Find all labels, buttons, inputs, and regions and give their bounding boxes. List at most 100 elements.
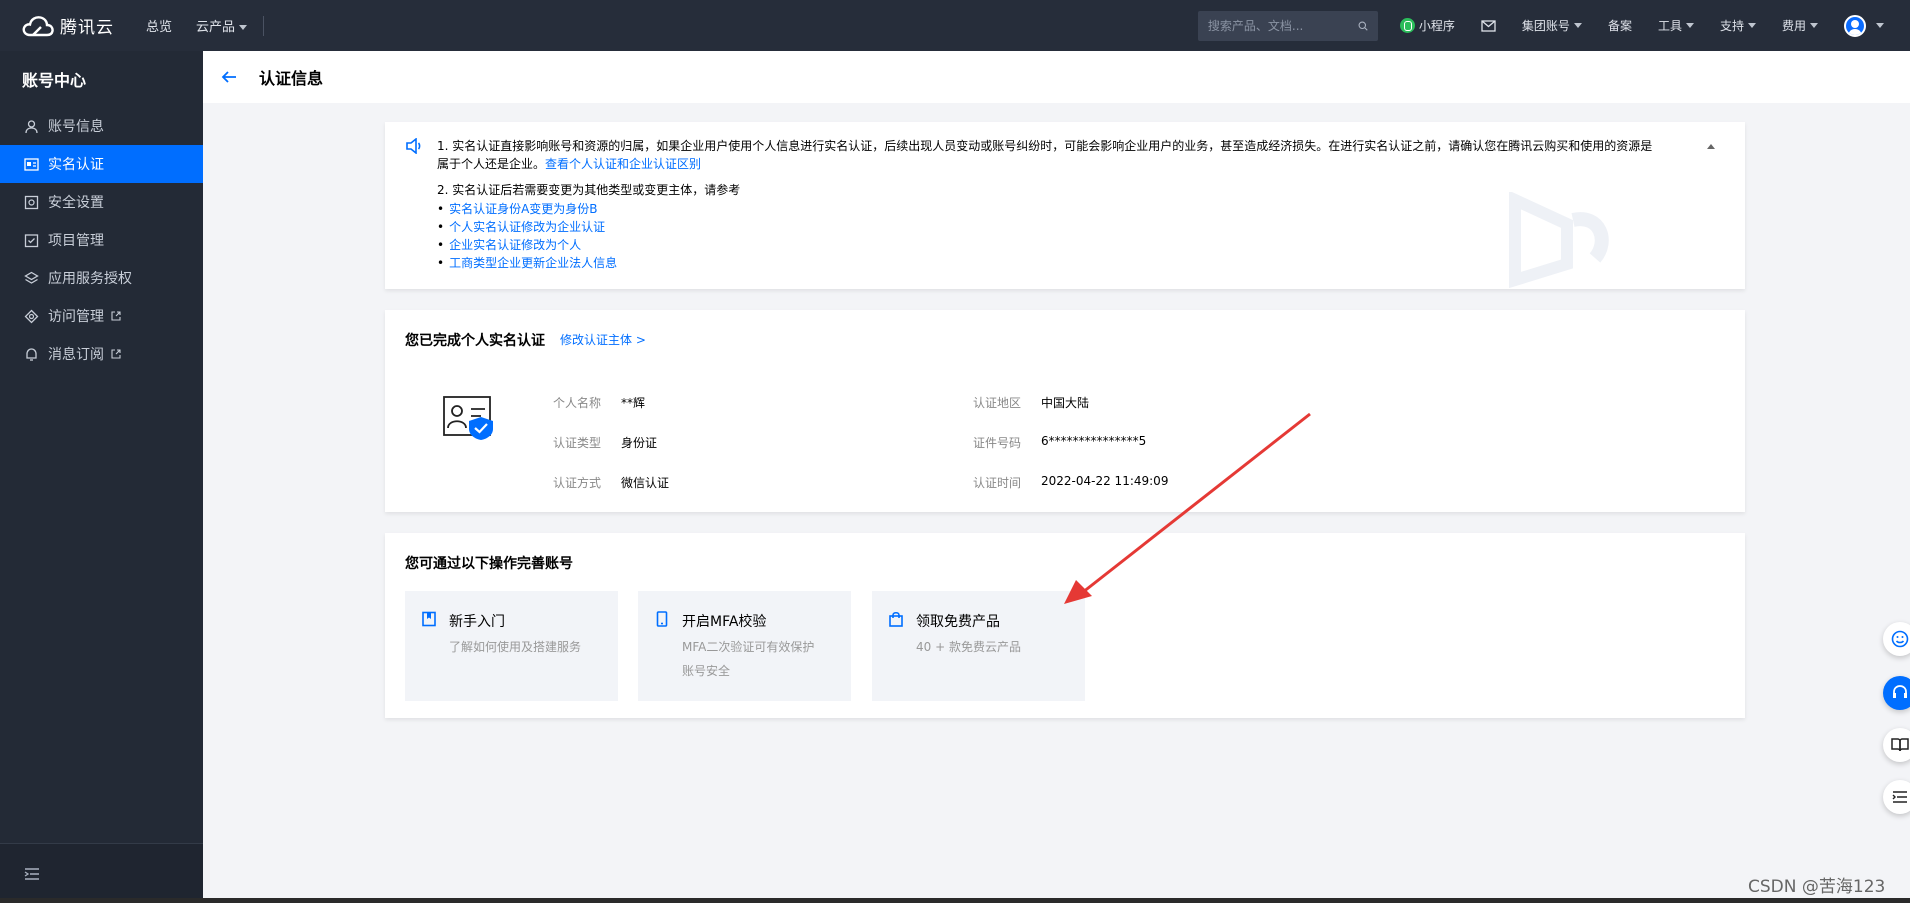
notice-line-1: 1. 实名认证直接影响账号和资源的归属，如果企业用户使用个人信息进行实名认证，后… bbox=[437, 139, 1653, 153]
headset-icon bbox=[1893, 685, 1907, 698]
chevron-down-icon bbox=[239, 25, 248, 30]
field-value-method: 微信认证 bbox=[621, 476, 670, 490]
field-label: 认证时间 bbox=[973, 476, 1022, 490]
notice-link-4[interactable]: 工商类型企业更新企业法人信息 bbox=[437, 254, 617, 272]
support-menu[interactable]: 支持 bbox=[1720, 17, 1756, 34]
arrow-left-icon bbox=[221, 71, 236, 83]
divider bbox=[263, 15, 265, 36]
nav-overview[interactable]: 总览 bbox=[146, 16, 172, 35]
sidebar-item-project[interactable]: 项目管理 bbox=[0, 221, 203, 259]
user-icon bbox=[25, 119, 38, 133]
sidebar-item-subscription[interactable]: 消息订阅 bbox=[0, 335, 203, 373]
sidebar-item-label: 账号信息 bbox=[48, 119, 104, 135]
chevron-down-icon bbox=[1573, 23, 1582, 28]
app-window: 腾讯云 总览 云产品 小程序 集团账号 备案 工具 支持 费用 账号中心 账号信 bbox=[0, 0, 1910, 903]
page-header: 认证信息 bbox=[203, 51, 1910, 103]
auth-card-title: 您已完成个人实名认证 bbox=[405, 333, 545, 349]
sidebar-item-label: 消息订阅 bbox=[48, 347, 104, 363]
shield-icon bbox=[24, 195, 39, 209]
tencent-cloud-logo[interactable]: 腾讯云 bbox=[22, 13, 114, 38]
nav-cloud-products[interactable]: 云产品 bbox=[196, 16, 248, 35]
smile-icon bbox=[1891, 630, 1909, 648]
sidebar-title: 账号中心 bbox=[22, 71, 87, 90]
sidebar-collapse-button[interactable] bbox=[0, 843, 203, 903]
annotation-arrow bbox=[1064, 412, 1311, 604]
docs-float-button[interactable] bbox=[1883, 728, 1910, 762]
op-card-getting-started[interactable]: 新手入门 了解如何使用及搭建服务 bbox=[405, 591, 618, 701]
compare-auth-link[interactable]: 查看个人认证和企业认证区别 bbox=[545, 157, 701, 171]
field-label: 个人名称 bbox=[553, 396, 602, 410]
field-value-name: **辉 bbox=[621, 396, 646, 410]
notice-link-3[interactable]: 企业实名认证修改为个人 bbox=[437, 236, 581, 254]
customer-service-float-button[interactable] bbox=[1883, 676, 1910, 710]
top-bar-right: 小程序 集团账号 备案 工具 支持 费用 bbox=[1197, 0, 1910, 51]
notice-link-1[interactable]: 实名认证身份A变更为身份B bbox=[437, 200, 597, 218]
bottom-strip bbox=[0, 898, 1910, 903]
sidebar: 账号中心 账号信息 实名认证 安全设置 项目管理 应用服务授权 访问管理 消息订… bbox=[0, 51, 203, 903]
tools-label: 工具 bbox=[1657, 19, 1682, 33]
sidebar-item-label: 实名认证 bbox=[48, 157, 104, 173]
field-label: 认证类型 bbox=[553, 436, 602, 450]
op-card-free-products[interactable]: 领取免费产品 40 + 款免费云产品 bbox=[872, 591, 1085, 701]
billing-menu[interactable]: 费用 bbox=[1782, 17, 1818, 34]
menu-float-button[interactable] bbox=[1883, 780, 1910, 814]
user-menu[interactable] bbox=[1844, 14, 1884, 37]
cloud-logo-icon bbox=[22, 15, 54, 36]
mini-program-link[interactable]: 小程序 bbox=[1399, 17, 1455, 34]
book-icon bbox=[422, 611, 436, 627]
page-title: 认证信息 bbox=[259, 69, 324, 88]
message-button[interactable] bbox=[1481, 19, 1496, 32]
notice-link-2[interactable]: 个人实名认证修改为企业认证 bbox=[437, 218, 605, 236]
back-button[interactable] bbox=[221, 70, 237, 84]
bell-icon bbox=[26, 347, 37, 361]
search-input[interactable] bbox=[1207, 18, 1358, 33]
op-desc: MFA二次验证可有效保护账号安全 bbox=[682, 640, 815, 678]
op-desc: 40 + 款免费云产品 bbox=[916, 640, 1021, 654]
record-label: 备案 bbox=[1607, 19, 1632, 33]
notice-line-2: 2. 实名认证后若需要变更为其他类型或变更主体，请参考 bbox=[437, 183, 741, 197]
notice-card: 1. 实名认证直接影响账号和资源的归属，如果企业用户使用个人信息进行实名认证，后… bbox=[385, 122, 1745, 289]
phone-icon bbox=[656, 611, 668, 627]
modify-subject-link[interactable]: 修改认证主体 > bbox=[560, 331, 646, 348]
op-title: 领取免费产品 bbox=[916, 614, 1000, 630]
sidebar-item-label: 安全设置 bbox=[48, 195, 104, 211]
field-label: 认证地区 bbox=[973, 396, 1022, 410]
logo-text: 腾讯云 bbox=[60, 18, 114, 38]
field-value-region: 中国大陆 bbox=[1041, 396, 1090, 410]
external-link-icon bbox=[111, 311, 121, 321]
chevron-down-icon bbox=[1685, 23, 1694, 28]
record-link[interactable]: 备案 bbox=[1608, 17, 1632, 34]
sidebar-item-label: 项目管理 bbox=[48, 233, 104, 249]
search-box[interactable] bbox=[1197, 10, 1378, 41]
speaker-icon bbox=[406, 138, 421, 154]
sidebar-item-real-name-auth[interactable]: 实名认证 bbox=[0, 145, 203, 183]
list-icon bbox=[1892, 791, 1907, 803]
tools-menu[interactable]: 工具 bbox=[1658, 17, 1694, 34]
id-card-icon bbox=[24, 157, 39, 171]
bag-icon bbox=[889, 611, 903, 627]
sidebar-item-account-info[interactable]: 账号信息 bbox=[0, 107, 203, 145]
nav-cloud-products-label: 云产品 bbox=[196, 20, 236, 35]
chevron-down-icon bbox=[1876, 23, 1884, 28]
sidebar-item-label: 访问管理 bbox=[48, 309, 104, 325]
sidebar-item-access[interactable]: 访问管理 bbox=[0, 297, 203, 335]
collapse-up-icon[interactable] bbox=[1707, 144, 1715, 149]
project-icon bbox=[24, 233, 39, 247]
group-account-label: 集团账号 bbox=[1521, 19, 1570, 33]
sidebar-item-security[interactable]: 安全设置 bbox=[0, 183, 203, 221]
csdn-watermark: CSDN @苦海123 bbox=[1748, 877, 1886, 897]
group-account-menu[interactable]: 集团账号 bbox=[1522, 17, 1582, 34]
mini-program-icon bbox=[1399, 18, 1415, 33]
notice-line-1b: 属于个人还是企业。查看个人认证和企业认证区别 bbox=[437, 155, 701, 173]
op-title: 开启MFA校验 bbox=[682, 614, 767, 630]
field-label: 认证方式 bbox=[553, 476, 602, 490]
feedback-float-button[interactable] bbox=[1883, 622, 1910, 656]
search-icon[interactable] bbox=[1358, 19, 1368, 33]
open-book-icon bbox=[1891, 738, 1909, 752]
layers-icon bbox=[24, 271, 39, 284]
external-link-icon bbox=[111, 349, 121, 359]
avatar bbox=[1844, 14, 1866, 37]
sidebar-item-app-auth[interactable]: 应用服务授权 bbox=[0, 259, 203, 297]
mini-program-label: 小程序 bbox=[1418, 19, 1455, 33]
op-card-mfa[interactable]: 开启MFA校验 MFA二次验证可有效保护账号安全 bbox=[638, 591, 851, 701]
